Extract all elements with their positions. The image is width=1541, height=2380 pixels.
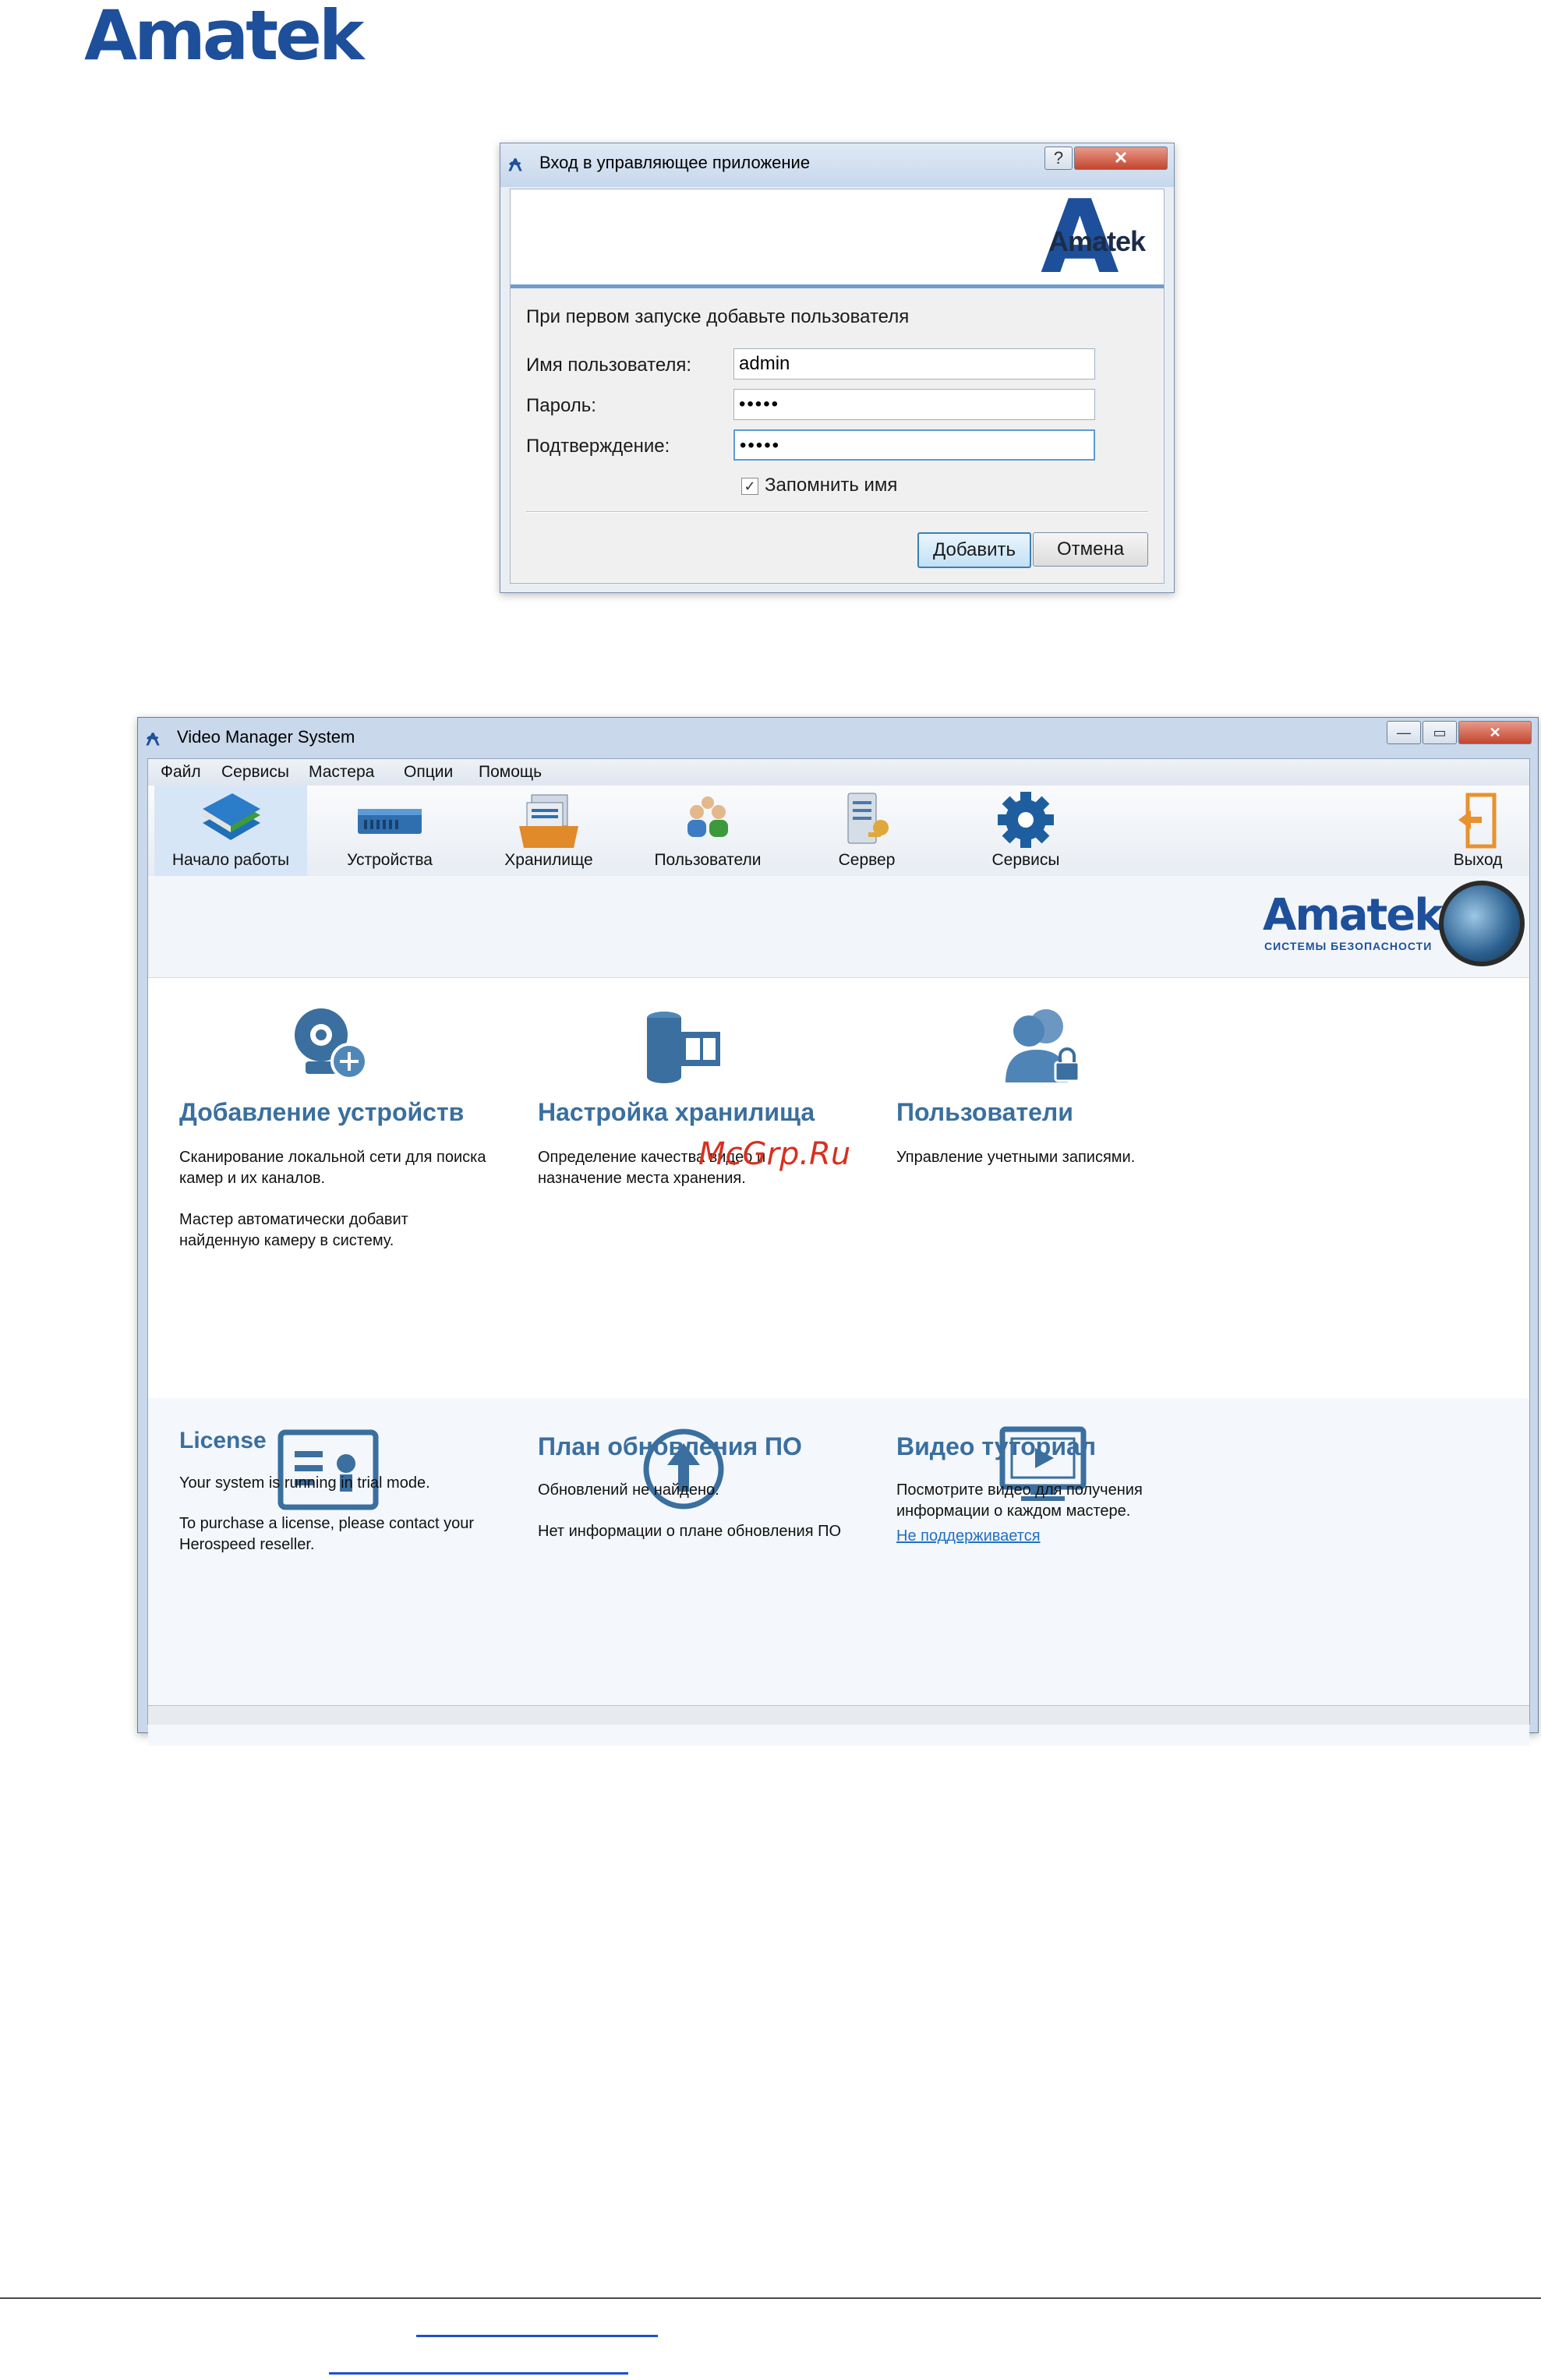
user-lock-icon <box>1006 1009 1080 1082</box>
brand-logo: Amatek <box>1263 890 1443 941</box>
brand-subtitle: СИСТЕМЫ БЕЗОПАСНОСТИ <box>1264 940 1433 952</box>
dialog-separator <box>526 511 1148 513</box>
license-card-icon <box>277 1429 379 1510</box>
close-button[interactable]: ✕ <box>1074 147 1168 170</box>
cancel-button[interactable]: Отмена <box>1033 532 1148 567</box>
password-field[interactable]: ••••• <box>733 389 1095 420</box>
tool-getting-started[interactable]: Начало работы <box>154 786 307 876</box>
card-text: Мастер автоматически добавит найденную к… <box>179 1211 408 1249</box>
tool-label: Сервер <box>838 851 896 869</box>
storage-tray-icon <box>519 794 578 848</box>
maximize-button[interactable]: ▭ <box>1423 721 1457 744</box>
tool-label: Начало работы <box>171 851 290 869</box>
server-key-icon <box>847 793 889 844</box>
window-title-bar[interactable]: ⍲ Video Manager System — ▭ ✕ <box>138 718 1538 757</box>
dialog-title: Вход в управляющее приложение <box>539 153 811 172</box>
remember-checkbox[interactable]: ✓ <box>741 478 758 495</box>
remember-label: Запомнить имя <box>765 475 898 496</box>
window-title: Video Manager System <box>177 727 355 747</box>
card-title-license[interactable]: License <box>179 1428 267 1454</box>
menu-wizards[interactable]: Мастера <box>301 759 382 786</box>
brand-bar: Amatek СИСТЕМЫ БЕЗОПАСНОСТИ <box>148 876 1529 978</box>
exit-door-icon <box>1458 793 1497 849</box>
card-title-add-devices[interactable]: Добавление устройств <box>179 1098 464 1127</box>
confirm-password-field[interactable]: ••••• <box>733 429 1095 461</box>
login-dialog: ⍲ Вход в управляющее приложение ? ✕ A Am… <box>500 143 1175 593</box>
card-text: Обновлений не найдено. <box>538 1481 719 1499</box>
tool-users[interactable]: Пользователи <box>631 786 784 876</box>
confirm-label: Подтверждение: <box>526 436 670 457</box>
footer-link-underline[interactable] <box>329 2372 628 2375</box>
gear-icon <box>998 792 1054 848</box>
tool-storage[interactable]: Хранилище <box>472 786 625 876</box>
tool-label: Устройства <box>347 851 433 869</box>
card-text: Нет информации о плане обновления ПО <box>538 1523 842 1540</box>
menu-help[interactable]: Помощь <box>471 759 550 786</box>
minimize-button[interactable]: — <box>1387 721 1421 744</box>
card-text: Сканирование локальной сети для поиска к… <box>179 1149 486 1187</box>
username-field[interactable]: admin <box>733 348 1095 380</box>
app-logo-icon: ⍲ <box>146 724 160 751</box>
username-label: Имя пользователя: <box>526 355 692 376</box>
footer-link-underline[interactable] <box>416 2335 658 2337</box>
dialog-banner: A Amatek <box>511 186 1164 288</box>
amatek-logo-text: Amatek <box>1048 225 1146 257</box>
card-title-update-plan[interactable]: План обновления ПО <box>538 1432 802 1461</box>
card-title-storage[interactable]: Настройка хранилища <box>538 1098 815 1127</box>
menu-file[interactable]: Файл <box>153 759 209 786</box>
main-window: ⍲ Video Manager System — ▭ ✕ Файл Сервис… <box>137 717 1539 1746</box>
card-text: To purchase a license, please contact yo… <box>179 1515 474 1553</box>
webcam-add-icon <box>295 1008 368 1080</box>
card-text: Your system is running in trial mode. <box>179 1474 430 1492</box>
film-storage-icon <box>647 1012 720 1083</box>
window-client: Файл Сервисы Мастера Опции Помощь Начало… <box>147 758 1530 1746</box>
tool-label: Пользователи <box>654 851 762 869</box>
help-button[interactable]: ? <box>1044 147 1073 170</box>
card-text: Посмотрите видео для получения информаци… <box>896 1481 1143 1520</box>
tool-server[interactable]: Сервер <box>790 786 943 876</box>
menu-services[interactable]: Сервисы <box>214 759 297 786</box>
tool-label: Хранилище <box>504 851 593 869</box>
menu-options[interactable]: Опции <box>396 759 461 786</box>
tool-label: Сервисы <box>991 851 1060 869</box>
users-icon <box>687 796 728 837</box>
dvr-device-icon <box>358 809 422 834</box>
toolbar: Начало работы Устройства Хранилище Польз… <box>148 786 1529 877</box>
card-title-users[interactable]: Пользователи <box>896 1098 1073 1127</box>
status-bar <box>148 1705 1529 1725</box>
card-title-video-tutorial[interactable]: Видео туториал <box>896 1432 1096 1461</box>
globe-emblem-icon <box>1439 881 1525 966</box>
add-button[interactable]: Добавить <box>917 532 1031 568</box>
footer-divider <box>0 2297 1541 2299</box>
tool-devices[interactable]: Устройства <box>313 786 466 876</box>
books-icon <box>203 793 260 840</box>
menu-bar: Файл Сервисы Мастера Опции Помощь <box>148 759 1529 786</box>
dialog-body: A Amatek При первом запуске добавьте пол… <box>510 186 1165 584</box>
close-button[interactable]: ✕ <box>1458 721 1532 744</box>
tool-services[interactable]: Сервисы <box>949 786 1102 876</box>
tool-label: Выход <box>1453 851 1503 869</box>
password-label: Пароль: <box>526 395 596 416</box>
watermark-text: McGrp.Ru <box>698 1136 851 1172</box>
card-text: Управление учетными записями. <box>896 1149 1136 1166</box>
tool-exit[interactable]: Выход <box>1431 786 1525 876</box>
not-supported-link[interactable]: Не поддерживается <box>896 1527 1041 1545</box>
instruction-text: При первом запуске добавьте пользователя <box>526 306 910 327</box>
amatek-page-logo: Amatek <box>84 0 364 76</box>
app-logo-icon: ⍲ <box>508 150 522 177</box>
